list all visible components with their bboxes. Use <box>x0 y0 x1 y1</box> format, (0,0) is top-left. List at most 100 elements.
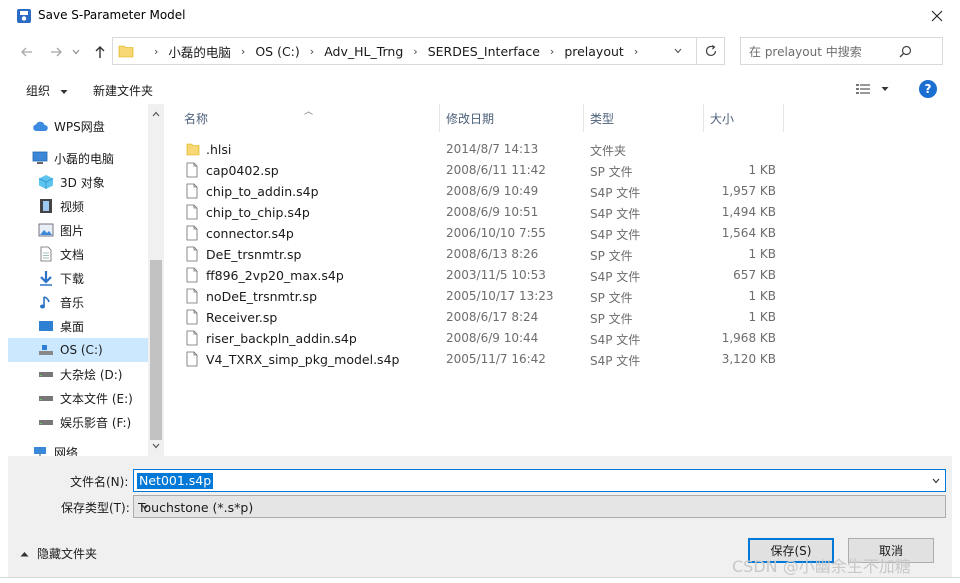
sidebar-item-videos[interactable]: 视频 <box>8 194 148 218</box>
chevron-down-icon <box>138 500 152 514</box>
column-header-date[interactable]: 修改日期 <box>440 104 584 132</box>
file-name: cap0402.sp <box>206 163 279 178</box>
chevron-down-icon[interactable] <box>929 474 943 488</box>
search-input[interactable]: 在 prelayout 中搜索 <box>749 43 862 60</box>
computer-icon <box>32 150 48 166</box>
file-size: 1 KB <box>748 310 776 324</box>
sidebar-item-drive-f[interactable]: 娱乐影音 (F:) <box>8 410 148 434</box>
breadcrumb-separator-icon[interactable]: › <box>634 45 638 58</box>
breadcrumb-separator-icon[interactable]: › <box>241 45 245 58</box>
sidebar-item-computer[interactable]: 小磊的电脑 <box>8 146 148 170</box>
sidebar-item-music[interactable]: 音乐 <box>8 290 148 314</box>
organize-label: 组织 <box>26 84 51 98</box>
breadcrumb-separator-icon[interactable]: › <box>550 45 554 58</box>
breadcrumb-item-serdes-interface[interactable]: SERDES_Interface <box>428 44 540 59</box>
sidebar-scrollbar[interactable] <box>148 104 164 456</box>
refresh-button[interactable] <box>697 37 725 65</box>
sidebar-item-label: 音乐 <box>60 295 85 310</box>
video-icon <box>38 198 54 214</box>
folder-icon <box>186 141 200 158</box>
filename-value[interactable]: Net001.s4p <box>137 473 214 489</box>
breadcrumb-item-adv-hl-trng[interactable]: Adv_HL_Trng <box>324 44 403 59</box>
breadcrumb: › 小磊的电脑 › OS (C:) › Adv_HL_Trng › SERDES… <box>144 42 648 61</box>
file-row[interactable]: riser_backpln_addin.s4p 2008/6/9 10:44 S4P… <box>164 328 952 349</box>
hide-folders-toggle[interactable]: 隐藏文件夹 <box>20 545 97 562</box>
up-button[interactable] <box>90 42 110 62</box>
recent-locations-button[interactable] <box>70 42 82 62</box>
file-row[interactable]: Receiver.sp 2008/6/17 8:24 SP 文件 1 KB <box>164 307 952 328</box>
file-icon <box>186 288 200 305</box>
title-bar: Save S-Parameter Model <box>0 0 960 32</box>
file-row[interactable]: connector.s4p 2006/10/10 7:55 S4P 文件 1,564 … <box>164 223 952 244</box>
sidebar-item-downloads[interactable]: 下载 <box>8 266 148 290</box>
scroll-up-icon[interactable] <box>148 106 164 122</box>
network-icon <box>32 444 48 456</box>
view-options-button[interactable] <box>855 80 895 98</box>
file-list: 名称 ︿ 修改日期 类型 大小 .hlsi 2014/8/7 14:13 文件夹 ca… <box>164 104 952 456</box>
back-button[interactable] <box>17 42 37 62</box>
file-type: 文件夹 <box>590 144 627 158</box>
file-row[interactable]: chip_to_addin.s4p 2008/6/9 10:49 S4P 文件 1,9… <box>164 181 952 202</box>
file-row[interactable]: DeE_trsnmtr.sp 2008/6/13 8:26 SP 文件 1 KB <box>164 244 952 265</box>
sidebar-item-label: 文本文件 (E:) <box>60 391 133 406</box>
filetype-select[interactable]: Touchstone (*.s*p) <box>133 495 946 518</box>
breadcrumb-item-prelayout[interactable]: prelayout <box>564 44 624 59</box>
sidebar-item-wps-cloud[interactable]: WPS网盘 <box>8 114 148 138</box>
search-icon[interactable] <box>870 45 942 58</box>
scroll-down-icon[interactable] <box>148 438 164 454</box>
sidebar-item-desktop[interactable]: 桌面 <box>8 314 148 338</box>
column-header-label: 大小 <box>710 111 735 126</box>
search-box[interactable]: 在 prelayout 中搜索 <box>740 37 943 65</box>
file-size: 1,564 KB <box>721 226 776 240</box>
file-type: SP 文件 <box>590 249 633 263</box>
file-date: 2006/10/10 7:55 <box>446 226 546 240</box>
file-row[interactable]: V4_TXRX_simp_pkg_model.s4p 2005/11/7 16:4… <box>164 349 952 370</box>
file-date: 2008/6/11 11:42 <box>446 163 546 177</box>
file-row[interactable]: .hlsi 2014/8/7 14:13 文件夹 <box>164 139 952 160</box>
scrollbar-thumb[interactable] <box>150 260 162 440</box>
file-type: S4P 文件 <box>590 186 641 200</box>
drive-icon <box>38 390 54 406</box>
column-header-type[interactable]: 类型 <box>584 104 704 132</box>
sidebar-item-documents[interactable]: 文档 <box>8 242 148 266</box>
window-title: Save S-Parameter Model <box>38 8 186 22</box>
file-name: ff896_2vp20_max.s4p <box>206 268 344 283</box>
sidebar-item-drive-e[interactable]: 文本文件 (E:) <box>8 386 148 410</box>
file-row[interactable]: noDeE_trsnmtr.sp 2005/10/17 13:23 SP 文件 1 K… <box>164 286 952 307</box>
file-type: S4P 文件 <box>590 207 641 221</box>
forward-button[interactable] <box>46 42 66 62</box>
address-bar[interactable]: › 小磊的电脑 › OS (C:) › Adv_HL_Trng › SERDES… <box>112 37 697 65</box>
organize-button[interactable]: 组织 <box>26 82 68 99</box>
sidebar-item-label: 小磊的电脑 <box>54 151 115 166</box>
column-header-size[interactable]: 大小 <box>704 104 784 132</box>
breadcrumb-separator-icon[interactable]: › <box>310 45 314 58</box>
sidebar-item-network[interactable]: 网络 <box>8 440 148 456</box>
sidebar-item-pictures[interactable]: 图片 <box>8 218 148 242</box>
file-row[interactable]: chip_to_chip.s4p 2008/6/9 10:51 S4P 文件 1,49… <box>164 202 952 223</box>
close-icon <box>931 10 943 22</box>
file-size: 657 KB <box>733 268 776 282</box>
picture-icon <box>38 222 54 238</box>
file-row[interactable]: ff896_2vp20_max.s4p 2003/11/5 10:53 S4P 文件… <box>164 265 952 286</box>
column-header-label: 修改日期 <box>446 111 495 126</box>
close-button[interactable] <box>914 0 960 32</box>
breadcrumb-separator-icon[interactable]: › <box>413 45 417 58</box>
sidebar-item-3d-objects[interactable]: 3D 对象 <box>8 170 148 194</box>
drive-icon <box>38 414 54 430</box>
desktop-icon <box>38 318 54 334</box>
sidebar-item-label: 下载 <box>60 271 85 286</box>
help-button[interactable]: ? <box>919 80 937 98</box>
column-header-label: 类型 <box>590 111 615 126</box>
sidebar-item-label: 图片 <box>60 223 85 238</box>
file-size: 1 KB <box>748 163 776 177</box>
sidebar-item-drive-c[interactable]: OS (C:) <box>8 338 148 362</box>
filename-input[interactable]: Net001.s4p <box>133 469 946 492</box>
breadcrumb-item-drive[interactable]: OS (C:) <box>255 44 299 59</box>
address-history-button[interactable] <box>663 37 693 65</box>
new-folder-button[interactable]: 新建文件夹 <box>93 82 153 99</box>
sidebar-item-drive-d[interactable]: 大杂烩 (D:) <box>8 362 148 386</box>
breadcrumb-item-computer[interactable]: 小磊的电脑 <box>168 42 231 61</box>
file-row[interactable]: cap0402.sp 2008/6/11 11:42 SP 文件 1 KB <box>164 160 952 181</box>
column-header-name[interactable]: 名称 <box>164 104 440 132</box>
file-date: 2005/10/17 13:23 <box>446 289 554 303</box>
